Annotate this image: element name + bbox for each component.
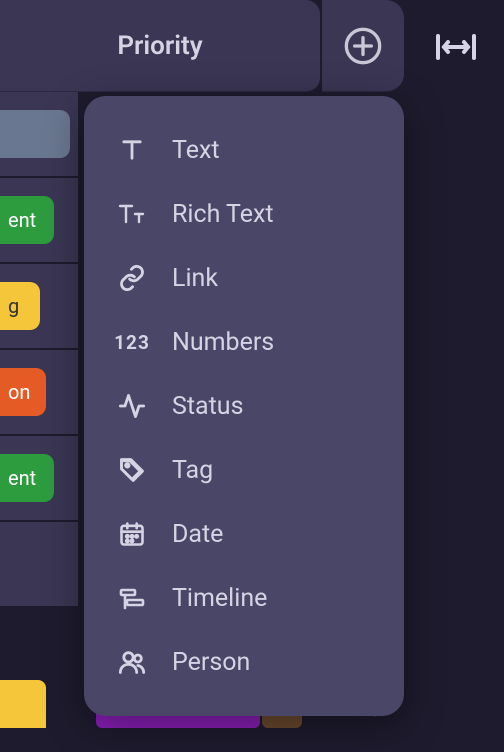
menu-item-link[interactable]: Link: [84, 246, 404, 310]
status-icon: [114, 388, 150, 424]
menu-item-date[interactable]: Date: [84, 502, 404, 566]
menu-item-numbers[interactable]: 123 Numbers: [84, 310, 404, 374]
table-row[interactable]: g: [0, 264, 78, 350]
column-header-row: Priority: [0, 0, 504, 92]
arrows-horizontal-icon: [434, 32, 478, 62]
table-row[interactable]: [0, 522, 78, 608]
status-chip: [0, 110, 70, 158]
status-chip: ent: [0, 196, 54, 244]
expand-horizontal-button[interactable]: [432, 28, 480, 66]
menu-item-status[interactable]: Status: [84, 374, 404, 438]
menu-item-label: Text: [172, 136, 220, 165]
status-chip: ent: [0, 454, 54, 502]
menu-item-label: Numbers: [172, 328, 274, 357]
status-chip: on: [0, 368, 46, 416]
column-type-dropdown: Text Rich Text Link 123 Numbers Status T…: [84, 96, 404, 716]
menu-item-label: Date: [172, 520, 223, 549]
menu-item-label: Rich Text: [172, 200, 274, 229]
table-row[interactable]: ent: [0, 436, 78, 522]
table-row[interactable]: on: [0, 350, 78, 436]
menu-item-tag[interactable]: Tag: [84, 438, 404, 502]
rich-text-icon: [114, 196, 150, 232]
menu-item-rich-text[interactable]: Rich Text: [84, 182, 404, 246]
menu-item-timeline[interactable]: Timeline: [84, 566, 404, 630]
table-row[interactable]: [0, 92, 78, 178]
status-bar-fragment: [0, 680, 46, 728]
menu-item-label: Person: [172, 648, 250, 677]
table-row[interactable]: ent: [0, 178, 78, 264]
status-chip: g: [0, 282, 40, 330]
add-column-button[interactable]: [322, 0, 404, 92]
column-header-label: Priority: [117, 31, 202, 61]
date-icon: [114, 516, 150, 552]
table-rows-background: ent g on ent: [0, 92, 78, 608]
menu-item-text[interactable]: Text: [84, 118, 404, 182]
menu-item-label: Link: [172, 264, 218, 293]
column-header-priority[interactable]: Priority: [0, 0, 320, 92]
timeline-icon: [114, 580, 150, 616]
menu-item-label: Timeline: [172, 584, 267, 613]
link-icon: [114, 260, 150, 296]
menu-item-person[interactable]: Person: [84, 630, 404, 694]
plus-circle-icon: [343, 26, 383, 66]
tag-icon: [114, 452, 150, 488]
text-icon: [114, 132, 150, 168]
numbers-icon: 123: [114, 324, 150, 360]
menu-item-label: Status: [172, 392, 243, 421]
person-icon: [114, 644, 150, 680]
menu-item-label: Tag: [172, 456, 213, 485]
